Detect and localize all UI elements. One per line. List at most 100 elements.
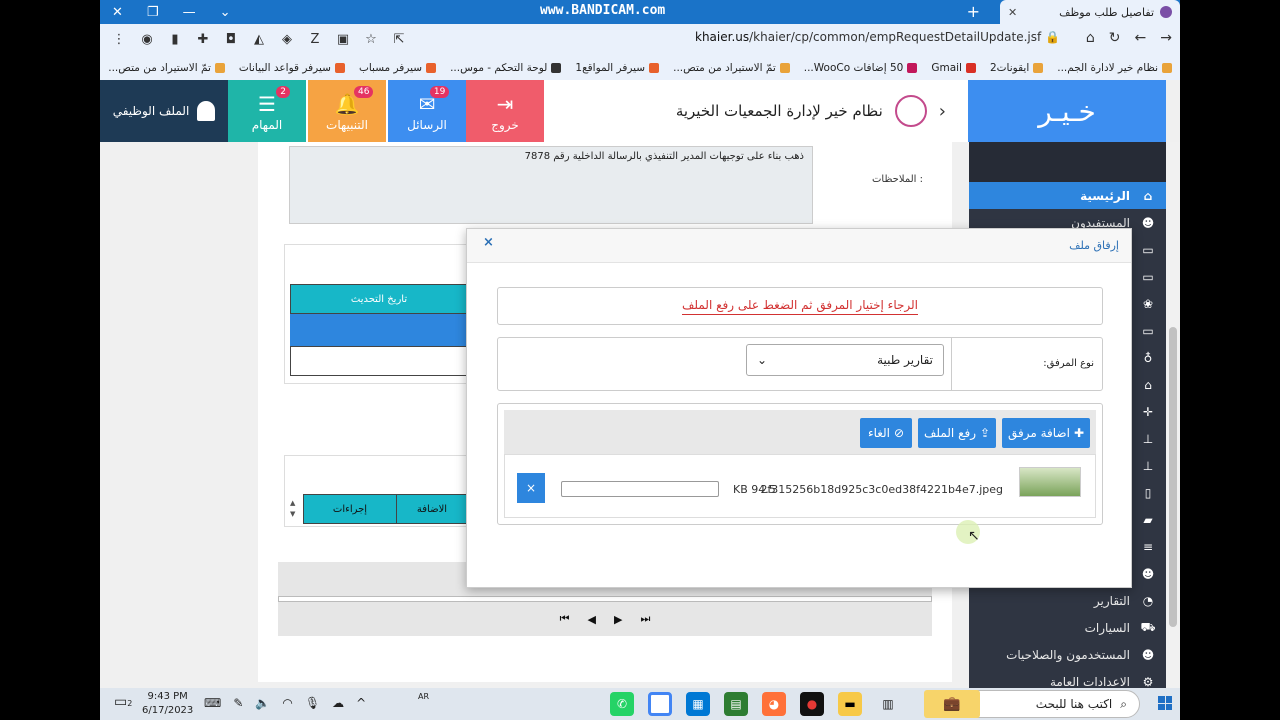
logout-button[interactable]: ⇥ خروج xyxy=(466,80,544,142)
excel-icon[interactable]: ▤ xyxy=(724,692,748,716)
pagination: ⏮ ◀ ▶ ⏭ xyxy=(278,602,932,636)
firefox-icon[interactable]: ◕ xyxy=(762,692,786,716)
bookmark-item[interactable]: 50 إضافات WooCo... xyxy=(804,62,918,74)
menu-icon[interactable]: ⋮ xyxy=(110,30,128,48)
upload-file-button[interactable]: ⇪ رفع الملف xyxy=(918,418,996,448)
whatsapp-icon[interactable]: ✆ xyxy=(610,692,634,716)
extension-icon[interactable]: ◭ xyxy=(250,30,268,48)
bookmark-item[interactable]: ايقونات2 xyxy=(990,62,1044,74)
bookmark-item[interactable]: تمّ الاستيراد من متص... xyxy=(108,62,225,74)
star-icon[interactable]: ☆ xyxy=(362,30,380,48)
sidebar-item-label: التقارير xyxy=(1093,593,1130,608)
restore-window-icon[interactable]: ❐ xyxy=(147,5,159,20)
chevron-up-icon[interactable]: ^ xyxy=(356,696,366,710)
last-page-icon[interactable]: ⏭ xyxy=(640,612,650,626)
clock[interactable]: 9:43 PM 6/17/2023 xyxy=(142,690,193,718)
pen-icon[interactable]: ✎ xyxy=(233,696,243,710)
store-icon[interactable]: ▦ xyxy=(686,692,710,716)
zoom-ext-icon[interactable]: Z xyxy=(306,30,324,48)
alerts-button[interactable]: 🔔 46 التنبيهات xyxy=(308,80,386,142)
scrollbar-thumb[interactable] xyxy=(1169,327,1177,627)
first-page-icon[interactable]: ⏮ xyxy=(560,612,570,626)
task-view-icon[interactable]: ▥ xyxy=(876,692,900,716)
onedrive-icon[interactable]: ☁ xyxy=(332,696,344,710)
briefcase-app-icon[interactable]: 💼 xyxy=(924,690,980,718)
profile-button[interactable]: الملف الوظيفي xyxy=(100,80,228,142)
bookmark-item[interactable]: سيرفر مسباب xyxy=(358,62,437,74)
bookmark-item[interactable]: لوحة التحكم - موس... xyxy=(450,62,562,74)
add-attachment-button[interactable]: ✚ اضافة مرفق xyxy=(1002,418,1090,448)
record-icon[interactable]: ● xyxy=(800,692,824,716)
forward-icon[interactable]: → xyxy=(1160,30,1172,46)
taskbar-search[interactable]: اكتب هنا للبحث ⌕ xyxy=(960,690,1140,718)
extension-icon[interactable]: ▣ xyxy=(334,30,352,48)
chrome-icon[interactable] xyxy=(648,692,672,716)
back-icon[interactable]: ← xyxy=(1135,30,1147,46)
messages-button[interactable]: ✉ 19 الرسائل xyxy=(388,80,466,142)
bookmark-item[interactable]: نظام خير لادارة الجم... xyxy=(1057,62,1172,74)
sidebar-item-cars[interactable]: السيارات ⛟ xyxy=(969,614,1166,641)
window-controls: ✕ ❐ — ⌄ xyxy=(100,0,230,24)
reload-icon[interactable]: ↻ xyxy=(1109,30,1121,46)
notification-icon[interactable]: ▭2 xyxy=(114,694,132,710)
home-icon[interactable]: ⌂ xyxy=(1086,30,1095,46)
users-icon: ☻ xyxy=(1141,647,1155,662)
table-header-added: الاضافة xyxy=(396,494,468,524)
tasks-button[interactable]: ☰ 2 المهام xyxy=(228,80,306,142)
sidebar-item-users-permissions[interactable]: المستخدمون والصلاحيات ☻ xyxy=(969,641,1166,668)
browser-tab-active[interactable]: تفاصيل طلب موظف ✕ xyxy=(1000,0,1180,24)
bookmark-icon xyxy=(1162,63,1172,73)
close-window-icon[interactable]: ✕ xyxy=(112,5,123,20)
app-logo[interactable]: خـيـر xyxy=(968,80,1166,142)
table-row[interactable] xyxy=(290,346,468,376)
table-row-selected[interactable] xyxy=(290,314,480,346)
url-text[interactable]: khaier.us/khaier/cp/common/empRequestDet… xyxy=(695,30,1060,44)
tab-close-icon[interactable]: ✕ xyxy=(1008,6,1017,19)
camera-icon[interactable]: ◘ xyxy=(222,30,240,48)
volume-icon[interactable]: 🔈 xyxy=(255,696,270,710)
ban-icon: ⊘ xyxy=(894,426,905,440)
search-text: اكتب هنا للبحث xyxy=(1035,697,1113,711)
share-icon[interactable]: ⇱ xyxy=(390,30,408,48)
minimize-window-icon[interactable]: — xyxy=(183,5,196,20)
bell-icon: 🔔 46 xyxy=(335,86,374,116)
tab-list-icon[interactable]: ⌄ xyxy=(220,5,231,20)
sidebar-item-home[interactable]: الرئيسية ⌂ xyxy=(969,182,1166,209)
bookmark-label: سيرفر مسباب xyxy=(358,62,423,74)
attachment-type-select[interactable]: تقارير طبية ⌄ xyxy=(746,344,944,376)
bookmark-item[interactable]: سيرفر قواعد البيانات xyxy=(239,62,345,74)
windows-start-icon[interactable] xyxy=(1158,696,1172,710)
wifi-icon[interactable]: ◠ xyxy=(282,696,292,710)
sidebar-item-reports[interactable]: التقارير ◔ xyxy=(969,587,1166,614)
bookmark-item[interactable]: سيرفر المواقع1 xyxy=(575,62,660,74)
next-page-icon[interactable]: ▶ xyxy=(614,613,622,626)
alerts-count-badge: 46 xyxy=(354,86,374,98)
microphone-icon[interactable]: 🎙 xyxy=(305,696,320,710)
bookmark-icon xyxy=(334,63,345,73)
bookmark-item[interactable]: تمّ الاستيراد من متص... xyxy=(673,62,790,74)
sidebar-toggle-icon[interactable]: ‹ xyxy=(939,101,946,122)
keyboard-icon[interactable]: ⌨ xyxy=(204,696,221,710)
language-indicator[interactable]: AR xyxy=(418,692,429,701)
sidebar-item-label: المستخدمون والصلاحيات xyxy=(1006,647,1130,662)
scroll-spinner[interactable]: ▲ ▼ xyxy=(290,498,300,522)
page-scrollbar[interactable] xyxy=(1166,142,1180,690)
extension-icon[interactable]: ◈ xyxy=(278,30,296,48)
notes-textarea[interactable]: ذهب بناء على توجيهات المدير التنفيذي بال… xyxy=(289,146,813,224)
extension-icon[interactable]: ◉ xyxy=(138,30,156,48)
remove-file-button[interactable]: × xyxy=(517,473,545,503)
bookmark-label: تمّ الاستيراد من متص... xyxy=(108,62,211,74)
close-icon[interactable]: × xyxy=(483,235,494,250)
puzzle-icon[interactable]: ✚ xyxy=(194,30,212,48)
cancel-button[interactable]: ⊘ الغاء xyxy=(860,418,912,448)
file-upload-box: ✚ اضافة مرفق ⇪ رفع الملف ⊘ الغاء 2f315256b1… xyxy=(497,403,1103,525)
url-domain: khaier.us xyxy=(695,30,750,44)
prev-page-icon[interactable]: ◀ xyxy=(588,613,596,626)
sidepanel-icon[interactable]: ▮ xyxy=(166,30,184,48)
dialog-header: إرفاق ملف × xyxy=(467,229,1131,263)
lock-icon[interactable]: 🔒 xyxy=(1045,30,1060,44)
bookmark-item[interactable]: Gmail xyxy=(931,62,976,74)
file-explorer-icon[interactable]: ▬ xyxy=(838,692,862,716)
sidebar-item-label: السيارات xyxy=(1084,620,1130,635)
new-tab-button[interactable]: + xyxy=(967,2,980,21)
